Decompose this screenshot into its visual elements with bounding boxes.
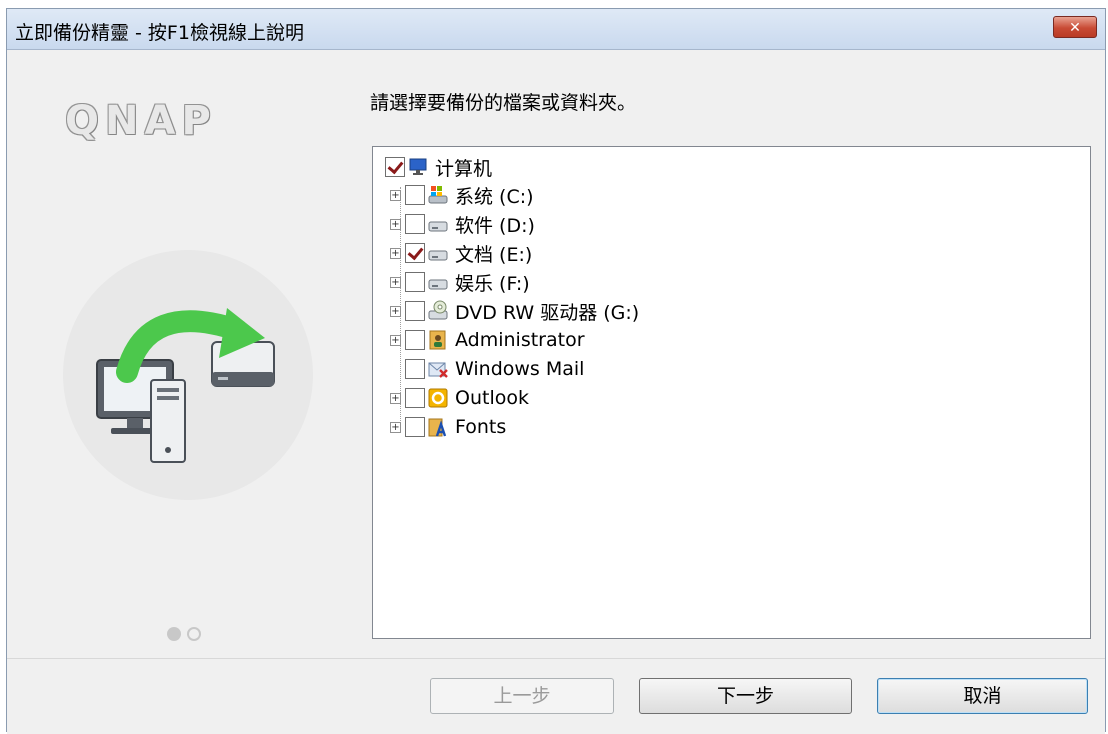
outlook-icon <box>428 388 448 408</box>
page-dot-active <box>167 627 181 641</box>
qnap-logo: QNAP <box>65 98 217 144</box>
page-dot-inactive <box>187 627 201 641</box>
drive-d-checkbox[interactable] <box>405 214 425 234</box>
back-button[interactable]: 上一步 <box>430 678 614 714</box>
tree-item-drive-e[interactable]: + 文档 (E:) <box>390 239 532 267</box>
tree-item-label: Outlook <box>455 387 529 409</box>
wizard-window: 立即備份精靈 - 按F1檢視線上說明 ✕ QNAP 請選擇要備份的檔案或資料夾。… <box>6 8 1106 734</box>
expand-icon[interactable]: + <box>390 276 401 288</box>
expand-icon[interactable]: + <box>390 334 401 346</box>
expand-icon[interactable]: + <box>390 392 401 404</box>
folder-tree[interactable]: 计算机 + 系统 (C:) + 软件 (D:) + 文档 (E:) + 娱乐 (… <box>372 146 1091 639</box>
tree-item-label: 计算机 <box>435 157 493 180</box>
expand-icon[interactable]: + <box>390 247 401 259</box>
cancel-button[interactable]: 取消 <box>877 678 1088 714</box>
tree-item-label: 系统 (C:) <box>455 185 534 208</box>
mail-icon <box>428 362 448 378</box>
drive-g-checkbox[interactable] <box>405 301 425 321</box>
tree-item-drive-f[interactable]: + 娱乐 (F:) <box>390 268 530 296</box>
tree-item-outlook[interactable]: + Outlook <box>390 384 529 412</box>
tree-item-computer[interactable]: 计算机 <box>385 153 492 181</box>
instruction-text: 請選擇要備份的檔案或資料夾。 <box>370 92 637 114</box>
next-button[interactable]: 下一步 <box>639 678 852 714</box>
system-drive-icon <box>428 186 448 204</box>
expand-icon[interactable]: + <box>390 218 401 230</box>
computer-icon <box>409 158 427 175</box>
fonts-folder-icon <box>428 418 447 437</box>
windows-mail-checkbox[interactable] <box>405 359 425 379</box>
tree-item-label: Administrator <box>455 329 585 351</box>
outlook-checkbox[interactable] <box>405 388 425 408</box>
tree-item-label: 文档 (E:) <box>455 243 533 266</box>
drive-f-checkbox[interactable] <box>405 272 425 292</box>
computer-checkbox[interactable] <box>385 157 405 177</box>
backup-illustration-icon <box>96 308 275 463</box>
expand-icon[interactable]: + <box>390 421 401 433</box>
tree-item-label: Fonts <box>455 416 507 438</box>
tree-item-label: DVD RW 驱动器 (G:) <box>455 301 640 324</box>
drive-e-checkbox[interactable] <box>405 243 425 263</box>
fonts-checkbox[interactable] <box>405 417 425 437</box>
expand-icon[interactable]: + <box>390 189 401 201</box>
dvd-drive-icon <box>428 300 448 320</box>
administrator-checkbox[interactable] <box>405 330 425 350</box>
title-bar: 立即備份精靈 - 按F1檢視線上說明 ✕ <box>7 9 1105 50</box>
button-bar: 上一步 下一步 取消 <box>7 658 1105 734</box>
close-button[interactable]: ✕ <box>1053 16 1097 38</box>
side-panel: QNAP <box>7 50 355 658</box>
tree-item-fonts[interactable]: + Fonts <box>390 413 506 441</box>
window-title: 立即備份精靈 - 按F1檢視線上說明 <box>15 22 304 44</box>
tree-item-drive-d[interactable]: + 软件 (D:) <box>390 210 535 238</box>
close-icon: ✕ <box>1069 20 1081 36</box>
tree-item-label: 软件 (D:) <box>455 214 535 237</box>
tree-item-drive-c[interactable]: + 系统 (C:) <box>390 181 534 209</box>
page-indicator <box>167 626 207 645</box>
drive-icon <box>428 279 448 290</box>
tree-item-administrator[interactable]: + Administrator <box>390 326 585 354</box>
drive-icon <box>428 221 448 232</box>
drive-c-checkbox[interactable] <box>405 185 425 205</box>
tree-item-drive-g[interactable]: + DVD RW 驱动器 (G:) <box>390 297 639 325</box>
expand-icon[interactable]: + <box>390 305 401 317</box>
tree-item-label: 娱乐 (F:) <box>455 272 530 295</box>
user-folder-icon <box>429 330 446 350</box>
tree-item-windows-mail[interactable]: Windows Mail <box>390 355 584 383</box>
drive-icon <box>428 250 448 261</box>
tree-item-label: Windows Mail <box>455 358 585 380</box>
